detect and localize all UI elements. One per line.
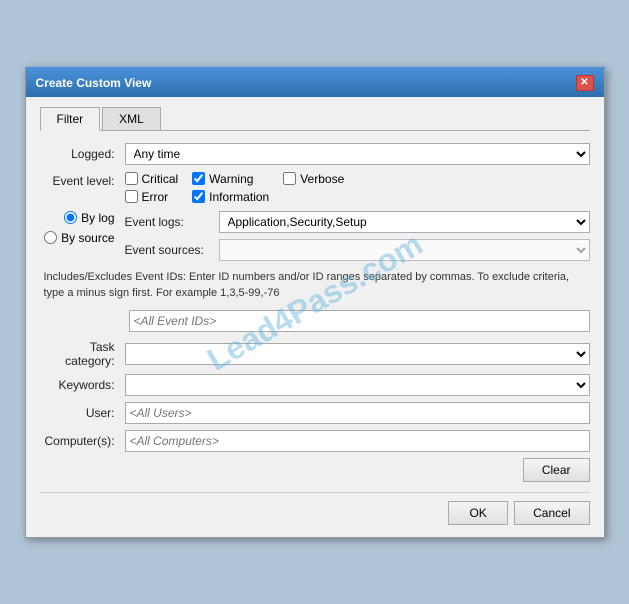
user-label: User: (40, 406, 125, 420)
event-sources-select[interactable] (219, 239, 590, 261)
event-sources-row: Event sources: (125, 239, 590, 261)
event-sources-label: Event sources: (125, 243, 213, 257)
dialog-body: Filter XML Logged: Any time Last hour La… (26, 97, 604, 537)
error-checkbox[interactable] (125, 190, 138, 203)
event-level-label: Event level: (40, 172, 125, 188)
warning-checkbox[interactable] (192, 172, 205, 185)
title-bar-controls: ✕ (576, 75, 594, 91)
radio-fields: Event logs: Application,Security,Setup E… (125, 211, 590, 261)
clear-button[interactable]: Clear (523, 458, 590, 482)
verbose-checkbox[interactable] (283, 172, 296, 185)
by-source-radio[interactable] (44, 231, 57, 244)
event-level-checkboxes: Critical Warning Verbose Error (125, 172, 345, 204)
create-custom-view-dialog: Create Custom View ✕ Filter XML Logged: … (25, 67, 605, 538)
logged-select[interactable]: Any time Last hour Last 12 hours Last 24… (125, 143, 590, 165)
dialog-title: Create Custom View (36, 76, 152, 90)
user-input[interactable] (125, 402, 590, 424)
verbose-label: Verbose (300, 172, 344, 186)
by-log-radio-item[interactable]: By log (64, 211, 114, 225)
keywords-select[interactable] (125, 374, 590, 396)
information-checkbox-item: Information (192, 190, 269, 204)
task-category-select[interactable] (125, 343, 590, 365)
cancel-button[interactable]: Cancel (514, 501, 589, 525)
by-log-radio[interactable] (64, 211, 77, 224)
keywords-control (125, 374, 590, 396)
critical-checkbox[interactable] (125, 172, 138, 185)
tab-xml[interactable]: XML (102, 107, 161, 130)
log-source-section: By log By source Event logs: Application… (40, 211, 590, 261)
event-ids-input[interactable] (129, 310, 590, 332)
warning-checkbox-item: Warning (192, 172, 269, 186)
logged-row: Logged: Any time Last hour Last 12 hours… (40, 143, 590, 165)
ok-button[interactable]: OK (448, 501, 508, 525)
computer-input[interactable] (125, 430, 590, 452)
user-row: User: (40, 402, 590, 424)
dialog-window: Create Custom View ✕ Filter XML Logged: … (25, 67, 605, 538)
event-logs-label: Event logs: (125, 215, 213, 229)
user-control (125, 402, 590, 424)
tabs-container: Filter XML (40, 107, 590, 131)
computer-label: Computer(s): (40, 434, 125, 448)
error-checkbox-item: Error (125, 190, 179, 204)
event-level-row: Event level: Critical Warning Verbose (40, 172, 590, 204)
computer-control (125, 430, 590, 452)
title-bar: Create Custom View ✕ (26, 69, 604, 97)
information-label: Information (209, 190, 269, 204)
by-log-label: By log (81, 211, 114, 225)
error-label: Error (142, 190, 169, 204)
information-checkbox[interactable] (192, 190, 205, 203)
event-ids-row (40, 310, 590, 332)
close-button[interactable]: ✕ (576, 75, 594, 91)
computer-row: Computer(s): (40, 430, 590, 452)
event-logs-select[interactable]: Application,Security,Setup (219, 211, 590, 233)
task-category-row: Task category: (40, 340, 590, 368)
by-source-label: By source (61, 231, 114, 245)
keywords-label: Keywords: (40, 378, 125, 392)
clear-row: Clear (40, 458, 590, 482)
radio-col: By log By source (40, 211, 125, 261)
task-category-label: Task category: (40, 340, 125, 368)
keywords-row: Keywords: (40, 374, 590, 396)
warning-label: Warning (209, 172, 253, 186)
event-logs-row: Event logs: Application,Security,Setup (125, 211, 590, 233)
logged-label: Logged: (40, 147, 125, 161)
verbose-checkbox-item: Verbose (283, 172, 344, 186)
dialog-buttons: OK Cancel (40, 492, 590, 525)
tab-filter[interactable]: Filter (40, 107, 101, 131)
task-category-control (125, 343, 590, 365)
logged-control: Any time Last hour Last 12 hours Last 24… (125, 143, 590, 165)
description-text: Includes/Excludes Event IDs: Enter ID nu… (40, 269, 590, 302)
critical-label: Critical (142, 172, 179, 186)
by-source-radio-item[interactable]: By source (44, 231, 114, 245)
critical-checkbox-item: Critical (125, 172, 179, 186)
